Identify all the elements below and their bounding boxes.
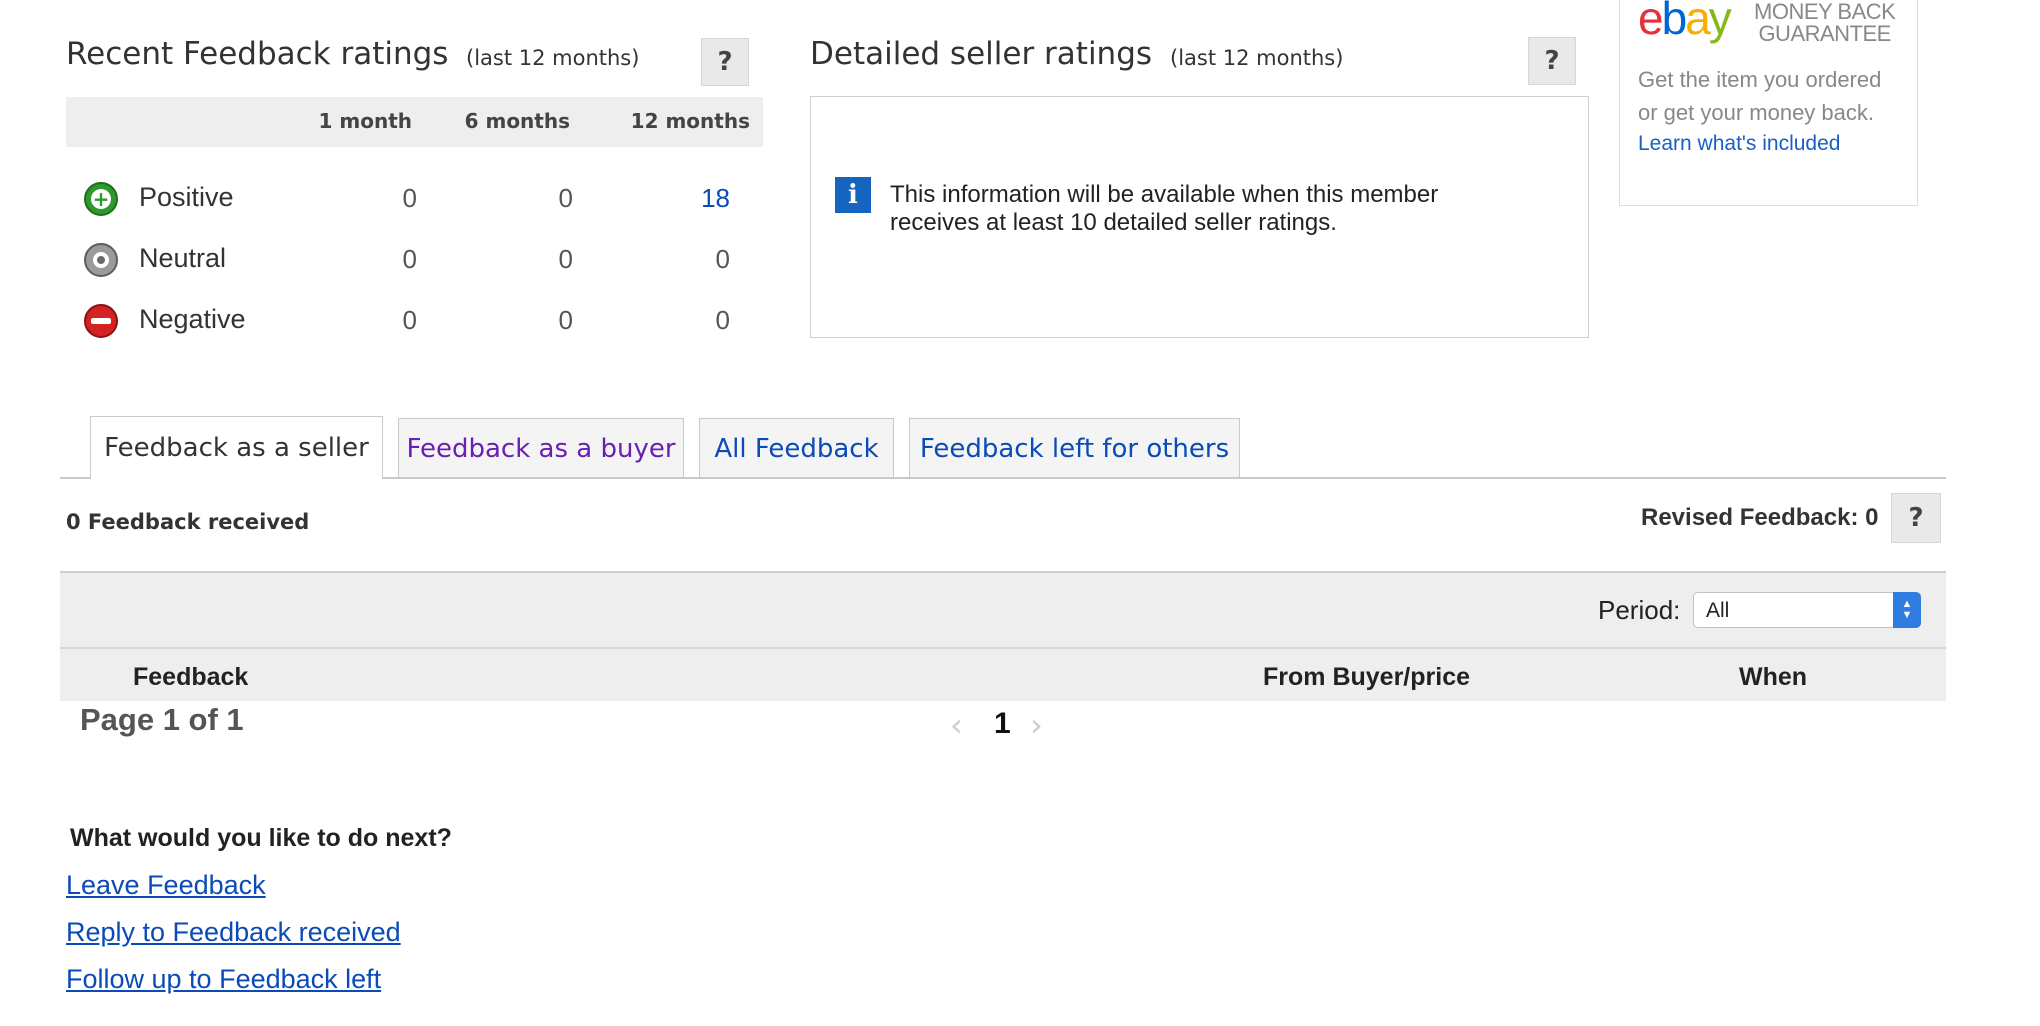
tab-all-feedback[interactable]: All Feedback: [699, 418, 894, 478]
column-when: When: [1739, 663, 1808, 691]
money-back-line-1: MONEY BACK: [1754, 0, 1896, 24]
neutral-label: Neutral: [139, 243, 227, 273]
follow-up-feedback-link[interactable]: Follow up to Feedback left: [66, 964, 381, 995]
guarantee-text-line-1: Get the item you ordered: [1638, 67, 1882, 92]
negative-1-month: 0: [402, 305, 417, 335]
guarantee-text: Get the item you ordered or get your mon…: [1638, 63, 1881, 129]
detailed-ratings-help-button[interactable]: ?: [1528, 37, 1576, 85]
period-label: Period:: [1598, 595, 1681, 625]
revised-feedback-help-button[interactable]: ?: [1891, 493, 1941, 543]
recent-feedback-help-button[interactable]: ?: [701, 38, 749, 86]
column-6-months: 6 months: [464, 109, 570, 133]
tab-feedback-as-buyer[interactable]: Feedback as a buyer: [398, 418, 684, 478]
neutral-1-month: 0: [402, 244, 417, 274]
tab-feedback-left-for-others[interactable]: Feedback left for others: [909, 418, 1240, 478]
reply-to-feedback-link[interactable]: Reply to Feedback received: [66, 917, 401, 948]
money-back-label: MONEY BACK GUARANTEE: [1754, 0, 1896, 46]
detailed-ratings-info-box: i This information will be available whe…: [810, 96, 1589, 338]
current-page-number[interactable]: 1: [994, 707, 1011, 741]
neutral-6-months: 0: [558, 244, 573, 274]
neutral-12-months: 0: [715, 244, 730, 274]
detailed-ratings-info-text: This information will be available when …: [890, 181, 1438, 237]
positive-1-month: 0: [402, 183, 417, 213]
detailed-ratings-subtitle: (last 12 months): [1170, 46, 1344, 70]
feedback-table-header: Feedback From Buyer/price When: [60, 649, 1946, 701]
positive-12-months-link[interactable]: 18: [670, 183, 730, 214]
money-back-guarantee-badge[interactable]: ebay MONEY BACK GUARANTEE Get the item y…: [1619, 0, 1918, 206]
positive-6-months: 0: [558, 183, 573, 213]
revised-feedback-count: Revised Feedback: 0: [1641, 504, 1879, 531]
leave-feedback-link[interactable]: Leave Feedback: [66, 870, 266, 901]
feedback-received-count: 0 Feedback received: [66, 510, 310, 534]
positive-label: Positive: [139, 182, 234, 212]
neutral-icon: [84, 243, 118, 277]
active-tab-connector: [91, 476, 382, 480]
select-arrows-icon: ▲ ▼: [1893, 592, 1921, 628]
column-1-month: 1 month: [318, 109, 413, 133]
recent-feedback-subtitle: (last 12 months): [466, 46, 640, 70]
tab-feedback-as-seller[interactable]: Feedback as a seller: [90, 416, 383, 478]
page-indicator: Page 1 of 1: [80, 702, 244, 737]
period-select[interactable]: All ▲ ▼: [1693, 592, 1921, 628]
prev-page-icon[interactable]: ‹: [950, 706, 963, 744]
info-text-line-2: receives at least 10 detailed seller rat…: [890, 209, 1337, 236]
column-feedback: Feedback: [133, 663, 249, 691]
learn-whats-included-link[interactable]: Learn what's included: [1638, 132, 1840, 156]
positive-icon: +: [84, 182, 118, 216]
column-from-buyer-price: From Buyer/price: [1263, 663, 1471, 691]
guarantee-text-line-2: or get your money back.: [1638, 100, 1875, 125]
recent-feedback-header-row: 1 month 6 months 12 months: [66, 97, 763, 147]
ebay-logo: ebay: [1638, 0, 1732, 44]
info-text-line-1: This information will be available when …: [890, 181, 1439, 208]
negative-6-months: 0: [558, 305, 573, 335]
column-12-months: 12 months: [630, 109, 750, 133]
detailed-ratings-title: Detailed seller ratings: [810, 36, 1153, 72]
negative-label: Negative: [139, 304, 246, 334]
negative-12-months: 0: [715, 305, 730, 335]
money-back-line-2: GUARANTEE: [1758, 21, 1891, 46]
info-icon: i: [835, 177, 871, 213]
filter-bar: Period: All ▲ ▼: [60, 571, 1946, 649]
negative-icon: [84, 304, 118, 338]
next-actions-heading: What would you like to do next?: [70, 824, 452, 852]
next-page-icon[interactable]: ›: [1030, 706, 1043, 744]
period-selected-value: All: [1706, 599, 1730, 622]
recent-feedback-title: Recent Feedback ratings: [66, 36, 449, 72]
